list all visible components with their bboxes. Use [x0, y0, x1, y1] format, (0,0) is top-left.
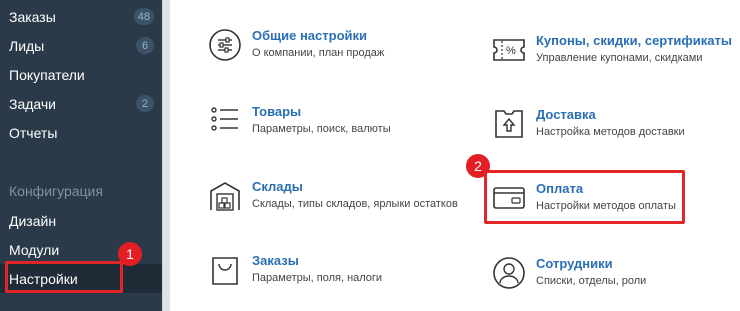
tile-title: Заказы — [252, 253, 299, 268]
sidebar-item-label: Дизайн — [9, 212, 57, 229]
user-icon — [493, 257, 525, 289]
sidebar-item-design[interactable]: Дизайн — [0, 206, 162, 235]
sidebar-item-label: Модули — [9, 241, 60, 258]
leads-count-badge: 6 — [136, 37, 154, 54]
tile-orders[interactable]: Заказы Параметры, поля, налоги — [208, 253, 408, 289]
step-marker-2: 2 — [466, 154, 490, 178]
tile-title: Купоны, скидки, сертификаты — [536, 33, 732, 48]
tile-delivery[interactable]: Доставка Настройка методов доставки — [492, 107, 732, 143]
sidebar-item-leads[interactable]: Лиды 6 — [0, 31, 162, 60]
tile-description: Параметры, поиск, валюты — [252, 123, 391, 135]
box-icon — [495, 110, 523, 138]
list-icon — [211, 107, 238, 131]
settings-content: Общие настройки О компании, план продаж … — [170, 0, 740, 311]
tile-warehouses[interactable]: Склады Склады, типы складов, ярлыки оста… — [208, 179, 468, 215]
sliders-icon — [209, 29, 241, 61]
tasks-count-badge: 2 — [136, 95, 154, 112]
sidebar-item-customers[interactable]: Покупатели — [0, 60, 162, 89]
tile-title: Общие настройки — [252, 28, 367, 43]
tile-products[interactable]: Товары Параметры, поиск, валюты — [208, 104, 408, 140]
tile-description: О компании, план продаж — [252, 47, 385, 59]
step-marker-1: 1 — [118, 242, 142, 266]
sidebar-item-reports[interactable]: Отчеты — [0, 118, 162, 147]
tile-coupons[interactable]: % Купоны, скидки, сертификаты Управление… — [492, 33, 732, 69]
coupon-icon: % — [493, 39, 525, 61]
tile-title: Склады — [252, 179, 303, 194]
bag-icon — [212, 257, 238, 285]
tile-description: Параметры, поля, налоги — [252, 272, 383, 284]
tile-description: Настройка методов доставки — [536, 126, 685, 138]
orders-count-badge: 48 — [133, 8, 154, 25]
payment-highlight-box — [484, 170, 685, 224]
settings-highlight-box — [5, 261, 123, 293]
svg-text:%: % — [506, 45, 516, 57]
sidebar-item-orders[interactable]: Заказы 48 — [0, 2, 162, 31]
tile-title: Доставка — [536, 107, 596, 122]
sidebar-item-label: Заказы — [9, 8, 56, 25]
tile-general-settings[interactable]: Общие настройки О компании, план продаж — [208, 28, 408, 64]
sidebar-item-tasks[interactable]: Задачи 2 — [0, 89, 162, 118]
sidebar-item-label: Покупатели — [9, 66, 85, 83]
sidebar-item-label: Задачи — [9, 95, 57, 112]
sidebar-item-label: Лиды — [9, 37, 45, 54]
tile-description: Списки, отделы, роли — [536, 275, 647, 287]
sidebar-item-label: Отчеты — [9, 124, 58, 141]
tile-description: Склады, типы складов, ярлыки остатков — [252, 198, 458, 210]
sidebar-section-title: Конфигурация — [9, 183, 103, 199]
tile-title: Товары — [252, 104, 302, 119]
tile-employees[interactable]: Сотрудники Списки, отделы, роли — [492, 256, 692, 292]
warehouse-icon — [210, 182, 240, 211]
tile-description: Управление купонами, скидками — [536, 52, 703, 64]
tile-title: Сотрудники — [536, 256, 613, 271]
